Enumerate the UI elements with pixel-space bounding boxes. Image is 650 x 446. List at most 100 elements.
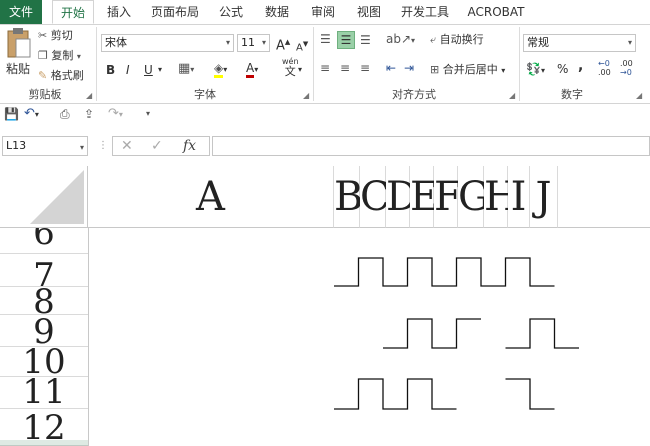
font-name-value: 宋体 xyxy=(105,36,127,49)
format-painter-label: 格式刷 xyxy=(50,69,84,82)
cut-button[interactable]: ✂ 剪切 xyxy=(38,28,73,44)
decrease-font-label: A xyxy=(296,42,303,54)
number-format-combobox[interactable]: 常规 ▾ xyxy=(523,34,636,52)
formula-buttons: ✕ ✓ fx xyxy=(112,136,210,156)
font-size-combobox[interactable]: 11 ▾ xyxy=(237,34,270,52)
outdent-icon: ⇤ xyxy=(386,61,397,75)
number-format-value: 常规 xyxy=(527,36,549,49)
copy-label: 复制 xyxy=(51,49,74,62)
formula-bar: L13 ▾ ⋮ ✕ ✓ fx xyxy=(0,133,650,159)
scissors-icon: ✂ xyxy=(38,29,48,42)
chevron-down-icon[interactable]: ▾ xyxy=(298,62,302,78)
tab-developer[interactable]: 开发工具 xyxy=(400,0,450,24)
italic-button[interactable]: I xyxy=(126,62,130,78)
merge-center-label: 合并后居中 xyxy=(442,63,498,76)
copy-button[interactable]: ❐ 复制 ▾ xyxy=(38,48,81,65)
chevron-down-icon: ▾ xyxy=(225,38,230,47)
borders-button[interactable]: ▦▾ xyxy=(178,61,194,78)
decrease-decimal-button[interactable]: .00 →0 xyxy=(620,59,633,77)
name-box[interactable]: L13 ▾ xyxy=(2,136,88,156)
increase-indent-button[interactable]: ⇥ xyxy=(404,60,414,76)
text-orientation-icon: ab↗ xyxy=(386,32,412,46)
align-left-button[interactable]: ≡ xyxy=(320,60,330,76)
print-preview-button[interactable]: ⎙ xyxy=(60,106,70,122)
redo-button[interactable]: ↷▾ xyxy=(108,106,123,123)
enter-icon[interactable]: ✓ xyxy=(151,138,163,154)
tab-acrobat[interactable]: ACROBAT xyxy=(466,0,526,24)
tab-page-layout[interactable]: 页面布局 xyxy=(150,0,200,24)
comma-button[interactable]: , xyxy=(578,58,583,74)
accounting-format-button[interactable]: 💱▾ xyxy=(526,61,545,79)
merge-center-button[interactable]: ⊞ 合并后居中 ▾ xyxy=(430,62,505,79)
chevron-down-icon: ▾ xyxy=(146,109,151,118)
paste-button[interactable]: 粘贴 xyxy=(4,27,34,85)
insert-function-icon[interactable]: fx xyxy=(183,138,196,154)
copy-icon: ❐ xyxy=(38,49,48,62)
top-align-button[interactable]: ☰ xyxy=(320,31,331,47)
font-color-button[interactable]: A▾ xyxy=(246,60,258,78)
increase-decimal-label: .00 xyxy=(598,68,611,77)
share-icon: ⇪ xyxy=(84,107,95,121)
redo-icon: ↷ xyxy=(108,106,119,121)
cancel-icon[interactable]: ✕ xyxy=(121,138,133,154)
tab-file[interactable]: 文件 xyxy=(0,0,42,24)
tab-home[interactable]: 开始 xyxy=(52,0,94,24)
font-size-value: 11 xyxy=(241,36,255,49)
ribbon: 粘贴 ✂ 剪切 ❐ 复制 ▾ ✎ 格式刷 剪贴板 ◢ 宋体 ▾ 11 ▾ A▲ … xyxy=(0,25,650,104)
brush-icon: ✎ xyxy=(38,69,48,82)
waveform-drawing xyxy=(334,257,579,410)
underline-button[interactable]: U xyxy=(144,62,153,78)
tab-data[interactable]: 数据 xyxy=(262,0,292,24)
arrow-left-icon: ←0 xyxy=(598,59,610,68)
align-right-button[interactable]: ≡ xyxy=(360,60,370,76)
format-painter-button[interactable]: ✎ 格式刷 xyxy=(38,68,84,84)
align-middle-icon: ☰ xyxy=(340,33,352,47)
clipboard-group-label: 剪贴板 xyxy=(28,88,62,101)
dialog-launcher-icon[interactable]: ◢ xyxy=(86,91,92,100)
align-right-icon: ≡ xyxy=(360,61,371,75)
font-group-label: 字体 xyxy=(194,88,216,101)
merge-cells-icon: ⊞ xyxy=(430,63,440,76)
percent-button[interactable]: % xyxy=(557,61,568,77)
undo-button[interactable]: ↶▾ xyxy=(24,106,39,123)
customize-qat-button[interactable]: ▾ xyxy=(146,106,150,122)
increase-decimal-button[interactable]: ←0 .00 xyxy=(598,59,611,77)
dialog-launcher-icon[interactable]: ◢ xyxy=(509,91,515,100)
align-bottom-icon: ☰ xyxy=(360,33,371,47)
save-button[interactable]: 💾 xyxy=(4,106,19,122)
tab-review[interactable]: 审阅 xyxy=(308,0,338,24)
fill-color-button[interactable]: ◈▾ xyxy=(214,60,227,78)
font-color-label: A xyxy=(246,61,255,78)
chevron-down-icon[interactable]: ▾ xyxy=(158,62,162,78)
decrease-indent-button[interactable]: ⇤ xyxy=(386,60,396,76)
dialog-launcher-icon[interactable]: ◢ xyxy=(303,91,309,100)
font-name-combobox[interactable]: 宋体 ▾ xyxy=(101,34,234,52)
ribbon-tabs: 文件 开始 插入 页面布局 公式 数据 审阅 视图 开发工具 ACROBAT xyxy=(0,0,650,25)
align-center-button[interactable]: ≡ xyxy=(340,60,350,76)
middle-align-button[interactable]: ☰ xyxy=(337,31,355,49)
dialog-launcher-icon[interactable]: ◢ xyxy=(636,91,642,100)
increase-font-button[interactable]: A▲ xyxy=(276,34,290,54)
cut-label: 剪切 xyxy=(50,29,73,42)
bold-button[interactable]: B xyxy=(106,62,115,78)
decrease-font-button[interactable]: A▼ xyxy=(296,36,308,56)
tab-insert[interactable]: 插入 xyxy=(104,0,134,24)
chevron-down-icon: ▾ xyxy=(79,143,84,152)
wrap-text-button[interactable]: ⤶ 自动换行 xyxy=(430,32,484,48)
indent-icon: ⇥ xyxy=(404,61,415,75)
border-grid-icon: ▦ xyxy=(178,61,191,76)
tab-formulas[interactable]: 公式 xyxy=(216,0,246,24)
formula-bar-grip: ⋮ xyxy=(98,140,108,151)
share-button[interactable]: ⇪ xyxy=(84,106,94,122)
print-preview-icon: ⎙ xyxy=(60,107,70,121)
formula-input[interactable] xyxy=(212,136,650,156)
tab-view[interactable]: 视图 xyxy=(354,0,384,24)
name-box-value: L13 xyxy=(6,139,27,152)
phonetic-button[interactable]: wén 文 xyxy=(282,57,299,78)
wrap-text-label: 自动换行 xyxy=(439,33,484,46)
chevron-down-icon: ▾ xyxy=(501,66,506,75)
bottom-align-button[interactable]: ☰ xyxy=(360,32,371,48)
orientation-button[interactable]: ab↗▾ xyxy=(386,31,415,49)
wrap-text-icon: ⤶ xyxy=(430,33,437,46)
chevron-down-icon: ▾ xyxy=(76,52,81,61)
